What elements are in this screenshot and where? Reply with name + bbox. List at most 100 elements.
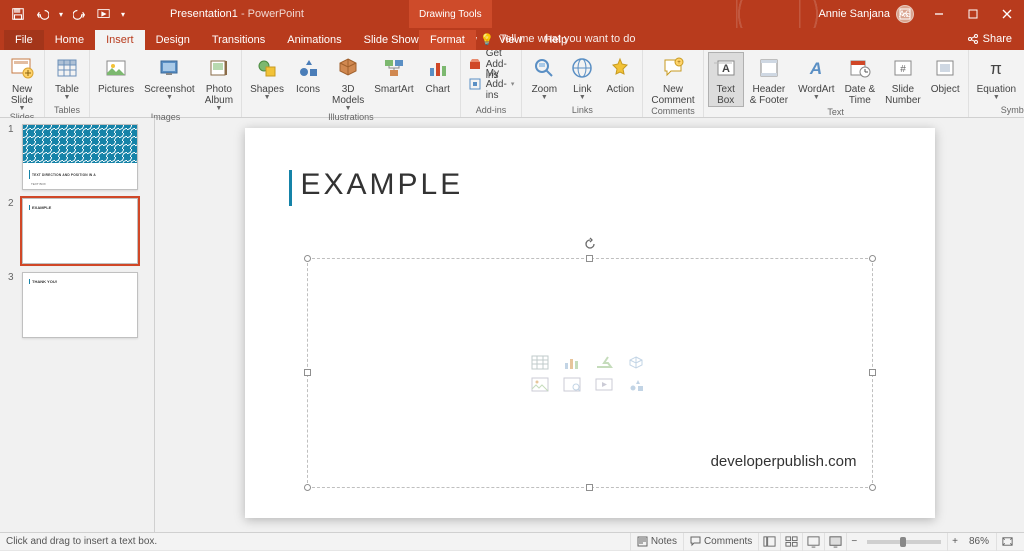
text-box-button[interactable]: A Text Box bbox=[708, 52, 744, 107]
zoom-button[interactable]: Zoom ▼ bbox=[526, 52, 562, 101]
insert-online-picture-icon[interactable] bbox=[562, 376, 582, 392]
pictures-button[interactable]: Pictures bbox=[94, 52, 138, 95]
tab-transitions[interactable]: Transitions bbox=[201, 30, 276, 50]
slideshow-view-button[interactable] bbox=[824, 533, 846, 551]
link-button[interactable]: Link ▼ bbox=[564, 52, 600, 101]
share-button[interactable]: Share bbox=[961, 28, 1018, 50]
ribbon-options-button[interactable] bbox=[888, 0, 922, 28]
undo-button[interactable] bbox=[32, 3, 52, 25]
thumb-1-title: TEXT DIRECTION AND POSITION IN A bbox=[29, 170, 131, 179]
insert-picture-icon[interactable] bbox=[530, 376, 550, 392]
new-slide-label: New Slide bbox=[11, 84, 33, 106]
smartart-button[interactable]: SmartArt bbox=[370, 52, 417, 95]
chevron-down-icon: ▼ bbox=[993, 95, 1000, 101]
header-footer-button[interactable]: Header & Footer bbox=[746, 52, 792, 106]
new-comment-button[interactable]: + New Comment bbox=[647, 52, 698, 106]
tab-design[interactable]: Design bbox=[145, 30, 201, 50]
tab-file[interactable]: File bbox=[4, 30, 44, 50]
thumb-number-1: 1 bbox=[8, 124, 16, 190]
tab-format[interactable]: Format bbox=[419, 30, 476, 50]
notes-button[interactable]: Notes bbox=[630, 533, 683, 551]
redo-button[interactable] bbox=[70, 3, 90, 25]
smartart-label: SmartArt bbox=[374, 84, 413, 95]
svg-text:A: A bbox=[809, 59, 822, 78]
svg-text:A: A bbox=[722, 63, 730, 75]
insert-video-icon[interactable] bbox=[594, 376, 614, 392]
resize-handle-tr[interactable] bbox=[869, 255, 876, 262]
zoom-out-button[interactable]: − bbox=[846, 533, 861, 551]
fit-slide-button[interactable] bbox=[996, 533, 1018, 551]
addins-icon bbox=[468, 77, 482, 91]
zoom-slider[interactable] bbox=[867, 540, 941, 544]
reading-view-button[interactable] bbox=[802, 533, 824, 551]
tab-home[interactable]: Home bbox=[44, 30, 95, 50]
zoom-percentage[interactable]: 86% bbox=[962, 536, 996, 547]
comments-label: Comments bbox=[704, 536, 752, 547]
insert-chart-icon[interactable] bbox=[562, 354, 582, 370]
title-accent-bar bbox=[289, 170, 292, 206]
resize-handle-bc[interactable] bbox=[586, 484, 593, 491]
action-button[interactable]: Action bbox=[602, 52, 638, 95]
normal-view-button[interactable] bbox=[758, 533, 780, 551]
resize-handle-bl[interactable] bbox=[304, 484, 311, 491]
user-name: Annie Sanjana bbox=[818, 8, 890, 20]
slide-thumbnail-panel[interactable]: 1 TEXT DIRECTION AND POSITION IN A TEXT … bbox=[0, 118, 155, 532]
quick-access-toolbar: ▾ ▾ bbox=[0, 3, 128, 25]
pictures-icon bbox=[102, 54, 130, 82]
slide-canvas-area[interactable]: EXAMPLE bbox=[155, 118, 1024, 532]
minimize-button[interactable] bbox=[922, 0, 956, 28]
comments-button[interactable]: Comments bbox=[683, 533, 758, 551]
tab-insert[interactable]: Insert bbox=[95, 30, 145, 50]
new-slide-button[interactable]: New Slide ▼ bbox=[4, 52, 40, 112]
undo-dropdown[interactable]: ▾ bbox=[56, 10, 66, 19]
save-button[interactable] bbox=[8, 3, 28, 25]
resize-handle-ml[interactable] bbox=[304, 369, 311, 376]
text-box-icon: A bbox=[712, 54, 740, 82]
chart-button[interactable]: Chart bbox=[420, 52, 456, 95]
resize-handle-br[interactable] bbox=[869, 484, 876, 491]
slide-number-button[interactable]: # Slide Number bbox=[881, 52, 925, 106]
slide[interactable]: EXAMPLE bbox=[245, 128, 935, 518]
watermark-text: developerpublish.com bbox=[711, 453, 857, 470]
screenshot-button[interactable]: Screenshot ▼ bbox=[140, 52, 199, 101]
date-time-icon bbox=[846, 54, 874, 82]
slide-thumbnail-2[interactable]: EXAMPLE bbox=[22, 198, 138, 264]
icons-button[interactable]: Icons bbox=[290, 52, 326, 95]
close-button[interactable] bbox=[990, 0, 1024, 28]
insert-3d-icon[interactable] bbox=[626, 354, 646, 370]
thumb-1-pattern bbox=[23, 125, 137, 163]
slide-sorter-view-button[interactable] bbox=[780, 533, 802, 551]
insert-table-icon[interactable] bbox=[530, 354, 550, 370]
maximize-button[interactable] bbox=[956, 0, 990, 28]
tell-me-search[interactable]: 💡 Tell me what you want to do bbox=[480, 28, 635, 50]
slide-thumbnail-3[interactable]: THANK YOU! bbox=[22, 272, 138, 338]
my-addins-button[interactable]: My Add-ins ▾ bbox=[468, 75, 515, 93]
3d-models-button[interactable]: 3D Models ▼ bbox=[328, 52, 368, 112]
tab-animations[interactable]: Animations bbox=[276, 30, 352, 50]
rotate-handle[interactable] bbox=[583, 237, 597, 251]
photo-album-button[interactable]: Photo Album ▼ bbox=[201, 52, 237, 112]
object-button[interactable]: Object bbox=[927, 52, 964, 95]
thumb-1-sub: TEXT BOX bbox=[31, 182, 46, 186]
table-button[interactable]: Table ▼ bbox=[49, 52, 85, 101]
resize-handle-tc[interactable] bbox=[586, 255, 593, 262]
resize-handle-tl[interactable] bbox=[304, 255, 311, 262]
resize-handle-mr[interactable] bbox=[869, 369, 876, 376]
slide-thumbnail-1[interactable]: TEXT DIRECTION AND POSITION IN A TEXT BO… bbox=[22, 124, 138, 190]
thumb-number-3: 3 bbox=[8, 272, 16, 338]
zoom-slider-thumb[interactable] bbox=[900, 537, 906, 547]
date-time-button[interactable]: Date & Time bbox=[841, 52, 880, 106]
wordart-button[interactable]: A WordArt ▼ bbox=[794, 52, 839, 101]
shapes-button[interactable]: Shapes ▼ bbox=[246, 52, 288, 101]
qat-customize-dropdown[interactable]: ▾ bbox=[118, 10, 128, 19]
equation-icon: π bbox=[982, 54, 1010, 82]
zoom-in-button[interactable]: + bbox=[947, 533, 962, 551]
group-addins: Get Add-ins My Add-ins ▾ Add-ins bbox=[461, 50, 523, 117]
insert-icon-icon[interactable] bbox=[626, 376, 646, 392]
start-from-beginning-button[interactable] bbox=[94, 3, 114, 25]
group-slides: New Slide ▼ Slides bbox=[0, 50, 45, 117]
equation-button[interactable]: π Equation ▼ bbox=[973, 52, 1020, 101]
doc-name: Presentation1 bbox=[170, 8, 238, 20]
slide-title[interactable]: EXAMPLE bbox=[301, 168, 464, 202]
insert-smartart-icon[interactable] bbox=[594, 354, 614, 370]
